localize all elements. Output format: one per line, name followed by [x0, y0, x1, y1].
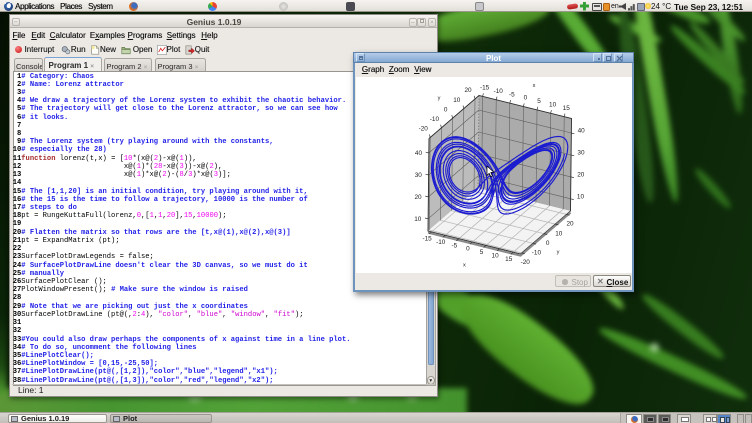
- svg-text:x: x: [463, 262, 466, 268]
- svg-text:5: 5: [537, 98, 541, 105]
- svg-text:-10: -10: [436, 239, 446, 246]
- svg-text:10: 10: [549, 102, 557, 109]
- svg-text:30: 30: [577, 150, 585, 157]
- svg-text:0: 0: [546, 240, 550, 247]
- svg-text:10: 10: [555, 230, 563, 237]
- svg-text:40: 40: [578, 128, 586, 135]
- svg-text:0: 0: [466, 246, 470, 253]
- svg-text:10: 10: [453, 97, 461, 104]
- svg-text:y: y: [557, 250, 560, 256]
- svg-text:-20: -20: [419, 126, 429, 133]
- svg-text:-15: -15: [422, 236, 432, 243]
- svg-text:-5: -5: [509, 91, 515, 98]
- svg-text:-10: -10: [494, 88, 504, 95]
- svg-text:15: 15: [563, 105, 571, 112]
- svg-text:-5: -5: [451, 242, 457, 249]
- svg-text:y: y: [438, 96, 441, 102]
- svg-text:15: 15: [505, 256, 513, 263]
- svg-text:20: 20: [464, 87, 472, 94]
- svg-text:20: 20: [414, 194, 422, 201]
- svg-text:10: 10: [492, 253, 500, 260]
- svg-text:30: 30: [415, 172, 423, 179]
- svg-text:-10: -10: [430, 116, 440, 123]
- svg-text:-20: -20: [521, 259, 531, 266]
- svg-text:x: x: [533, 83, 536, 89]
- svg-text:0: 0: [444, 106, 448, 113]
- svg-text:10: 10: [577, 193, 585, 200]
- svg-text:40: 40: [415, 150, 423, 157]
- svg-text:-15: -15: [480, 85, 490, 92]
- svg-text:20: 20: [577, 172, 585, 179]
- svg-text:20: 20: [566, 221, 574, 228]
- svg-text:5: 5: [480, 249, 484, 256]
- svg-text:-10: -10: [532, 250, 542, 257]
- svg-text:0: 0: [524, 95, 528, 102]
- svg-text:10: 10: [414, 216, 422, 223]
